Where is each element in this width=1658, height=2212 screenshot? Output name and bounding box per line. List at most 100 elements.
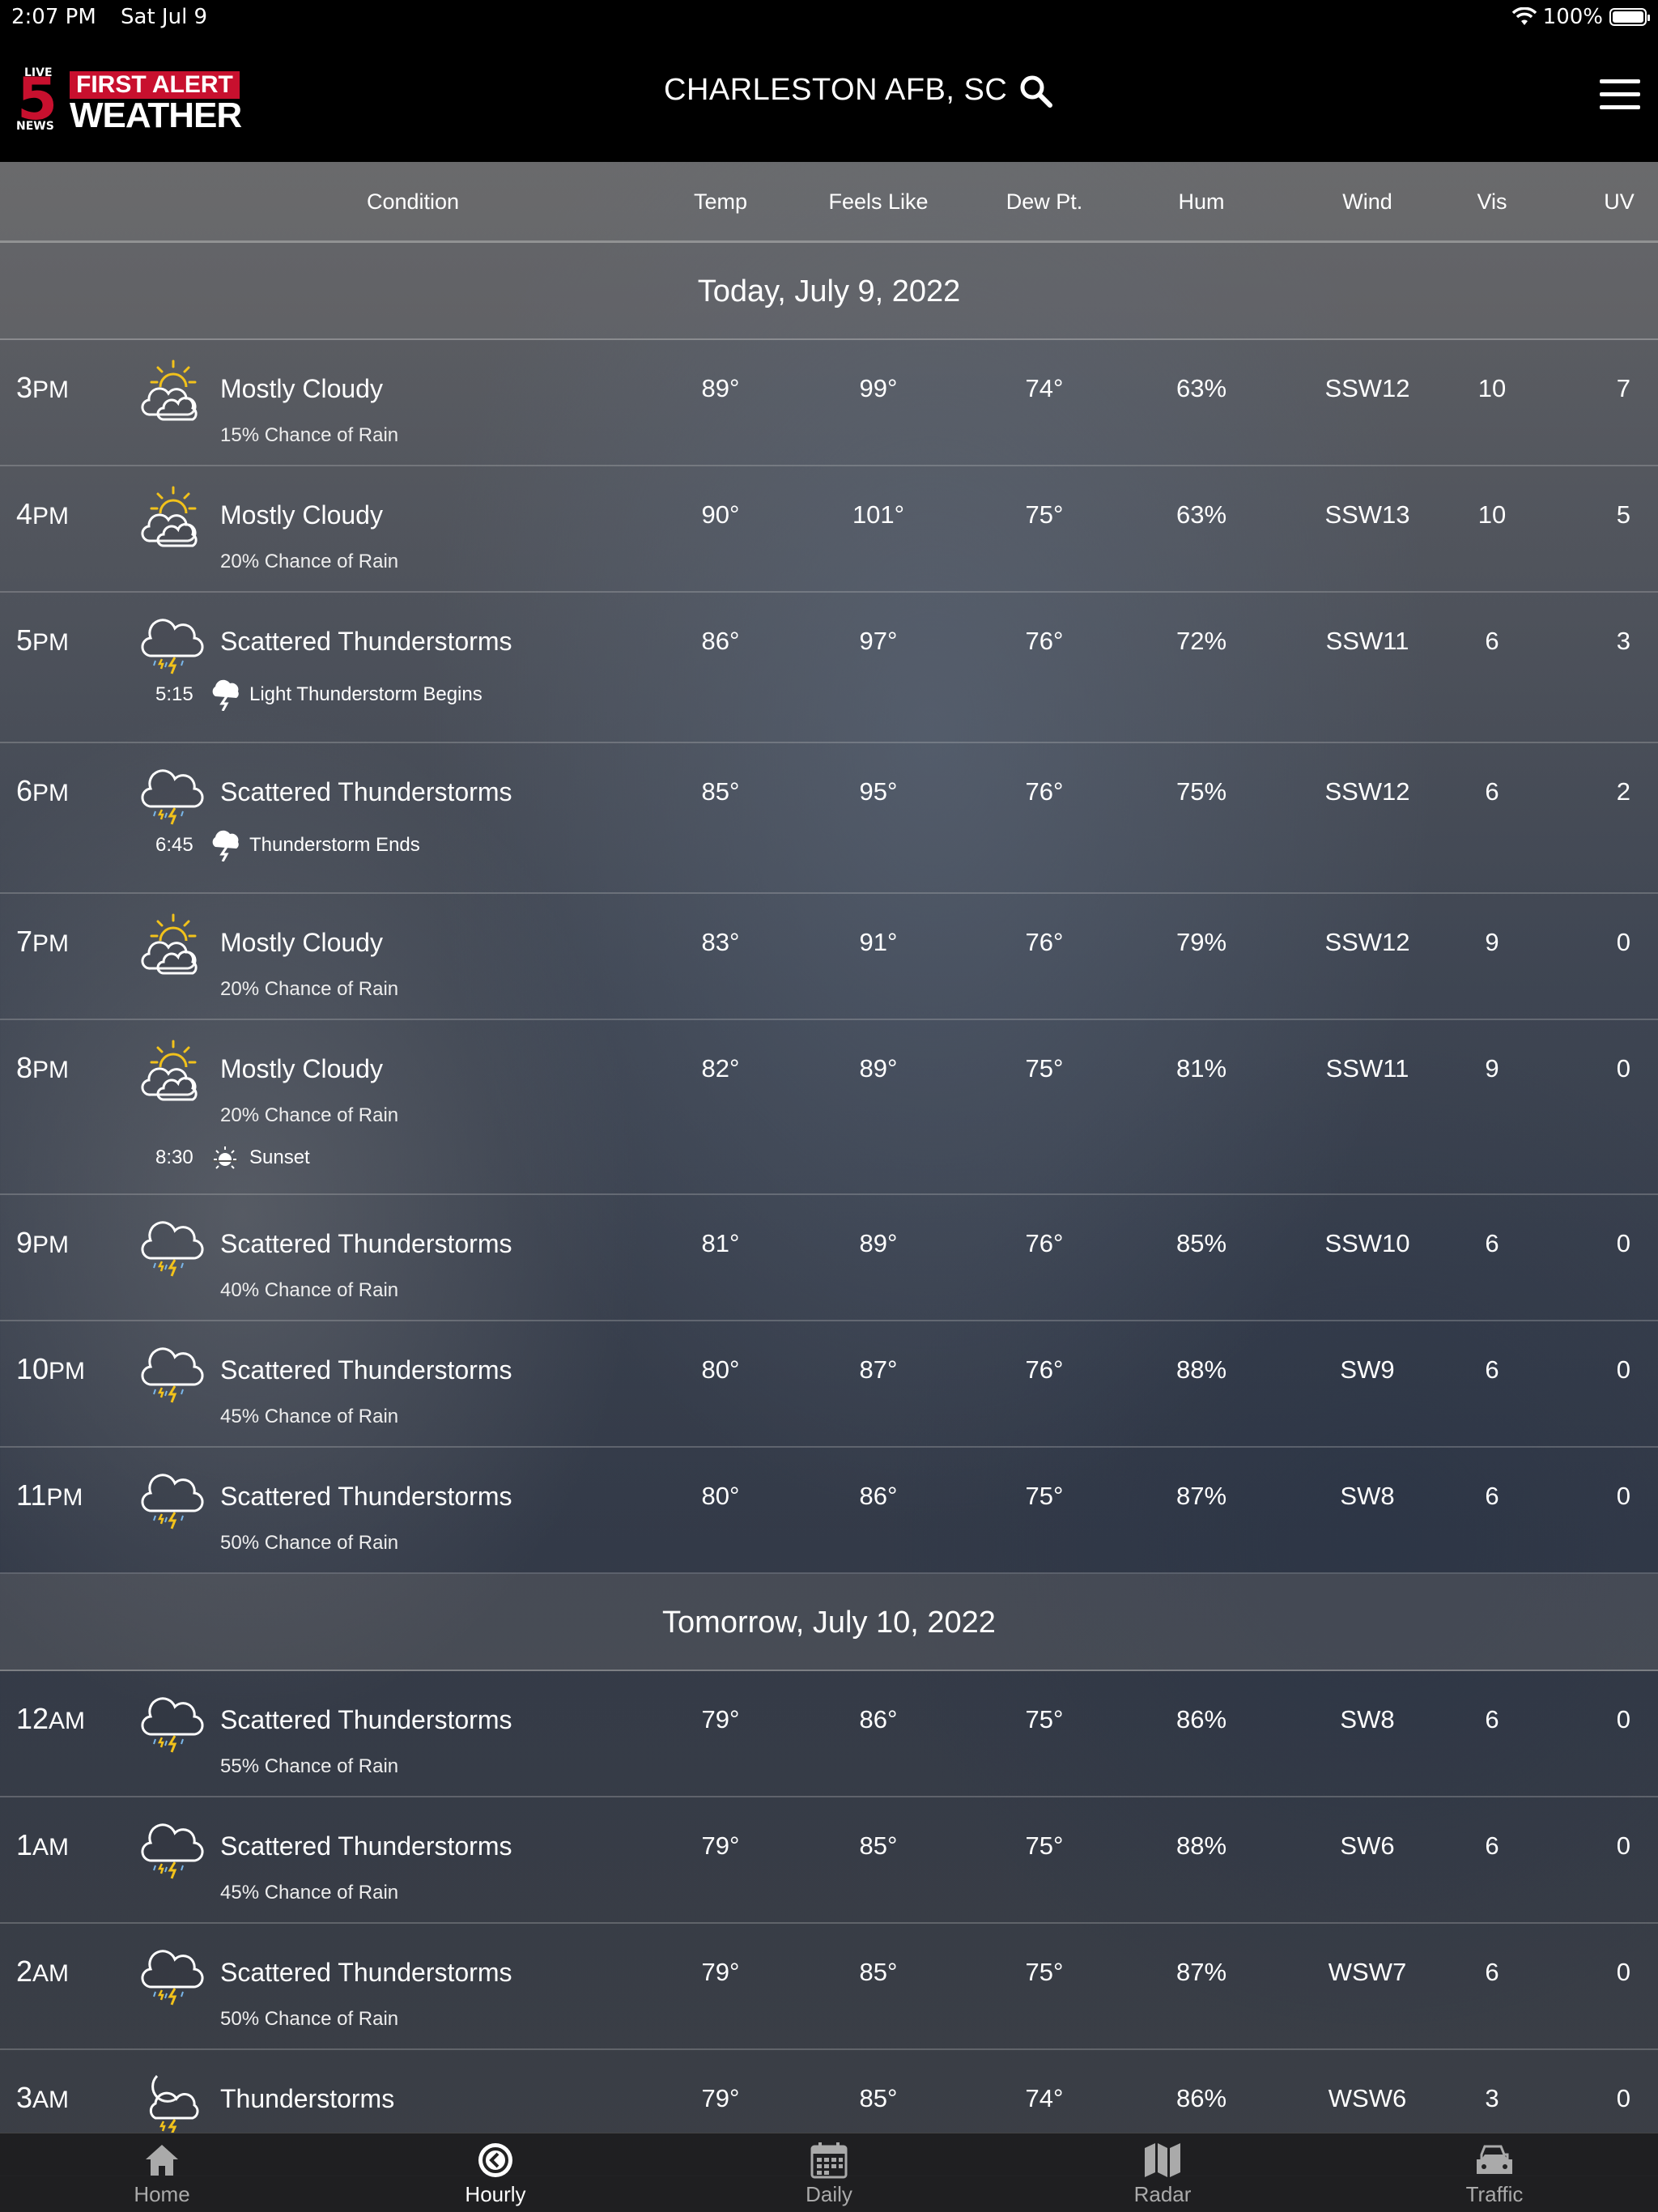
cell-dew: 76° xyxy=(1025,1355,1064,1384)
cell-wind: SSW11 xyxy=(1325,1054,1409,1083)
chance-of-rain: 45% Chance of Rain xyxy=(220,1406,399,1427)
hour-time: 12AM xyxy=(16,1702,85,1736)
thunderstorm-cloud-icon xyxy=(141,769,204,825)
car-icon xyxy=(1477,2145,1512,2174)
cell-wind: SSW12 xyxy=(1324,928,1410,956)
cell-hum: 75% xyxy=(1175,777,1227,806)
hour-time: 8PM xyxy=(16,1051,69,1085)
hour-ampm: PM xyxy=(32,503,70,530)
tab-traffic-label: Traffic xyxy=(1465,2182,1524,2206)
cell-feels: 86° xyxy=(859,1705,898,1733)
cell-hum: 85% xyxy=(1175,1229,1227,1257)
first-alert-weather-logo[interactable]: LIVE 5 NEWS FIRST ALERT WEATHER xyxy=(10,66,253,134)
condition-text: Scattered Thunderstorms xyxy=(220,777,512,806)
cell-temp: 79° xyxy=(701,1958,740,1986)
hour-row[interactable]: 2AM Scattered Thunderstorms 50% Chance of … xyxy=(0,1924,1658,2050)
cell-feels: 87° xyxy=(859,1355,898,1384)
condition-text: Scattered Thunderstorms xyxy=(220,1229,512,1258)
event-time: 8:30 xyxy=(155,1146,193,1168)
cell-feels: 85° xyxy=(859,2084,898,2112)
cell-vis: 6 xyxy=(1485,1831,1499,1860)
hour-row[interactable]: 7PM Mostly Cloudy 20% Chance of Rain 83° 91°… xyxy=(0,894,1658,1020)
condition-text: Mostly Cloudy xyxy=(220,500,383,530)
cell-uv: 0 xyxy=(1616,1958,1630,1986)
hour-number: 5 xyxy=(16,623,33,657)
moon-thunderstorm-icon xyxy=(149,2074,199,2134)
cell-uv: 0 xyxy=(1616,928,1630,956)
event-text: Thunderstorm Ends xyxy=(249,834,420,856)
cell-feels: 101° xyxy=(852,500,905,529)
hour-row[interactable]: 6PM Scattered Thunderstorms 85° 95° 76° 75% SS… xyxy=(0,743,1658,894)
cell-hum: 87% xyxy=(1175,1958,1227,1986)
hour-time: 3AM xyxy=(16,2081,69,2115)
tab-traffic[interactable]: Traffic xyxy=(1414,2133,1575,2212)
hamburger-menu-icon[interactable] xyxy=(1600,79,1640,112)
cell-hum: 88% xyxy=(1175,1831,1227,1860)
hour-number: 6 xyxy=(16,774,33,807)
column-dew-point: Dew Pt. xyxy=(1005,189,1083,214)
hour-row[interactable]: 10PM Scattered Thunderstorms 45% Chance of… xyxy=(0,1321,1658,1448)
column-header-row: Condition Temp Feels Like Dew Pt. Hum Wi… xyxy=(0,162,1658,243)
cell-hum: 87% xyxy=(1175,1482,1227,1510)
hour-time: 2AM xyxy=(16,1955,69,1989)
chance-of-rain: 40% Chance of Rain xyxy=(220,1279,399,1301)
cell-dew: 74° xyxy=(1025,374,1064,402)
cell-hum: 79% xyxy=(1175,928,1227,956)
search-icon[interactable] xyxy=(1018,74,1053,108)
cell-dew: 75° xyxy=(1025,1831,1064,1860)
hour-number: 12 xyxy=(16,1702,49,1735)
column-temp: Temp xyxy=(693,189,748,214)
cell-temp: 86° xyxy=(701,627,740,655)
hour-row[interactable]: 1AM Scattered Thunderstorms 45% Chance of … xyxy=(0,1797,1658,1924)
logo-weather: WEATHER xyxy=(70,96,242,135)
cell-wind: SW9 xyxy=(1340,1355,1395,1384)
hour-ampm: AM xyxy=(32,1834,70,1861)
hour-row[interactable]: 8PM Mostly Cloudy 20% Chance of Rain 82° 89°… xyxy=(0,1020,1658,1195)
cell-hum: 88% xyxy=(1175,1355,1227,1384)
cell-hum: 86% xyxy=(1175,2084,1227,2112)
hour-time: 6PM xyxy=(16,774,69,808)
location-selector[interactable]: CHARLESTON AFB, SC xyxy=(664,73,1053,108)
cell-dew: 75° xyxy=(1025,1054,1064,1083)
cell-uv: 0 xyxy=(1616,1831,1630,1860)
sunset-icon xyxy=(212,1146,238,1169)
thunder-cloud-icon xyxy=(212,679,239,711)
cell-wind: SSW11 xyxy=(1325,627,1409,655)
tab-home[interactable]: Home xyxy=(81,2133,243,2212)
cell-dew: 76° xyxy=(1025,627,1064,655)
thunderstorm-cloud-icon xyxy=(141,1950,204,2006)
hour-row[interactable]: 12AM Scattered Thunderstorms 55% Chance of… xyxy=(0,1671,1658,1797)
cell-temp: 80° xyxy=(701,1355,740,1384)
cell-vis: 6 xyxy=(1485,1482,1499,1510)
chance-of-rain: 50% Chance of Rain xyxy=(220,2008,399,2030)
cell-wind: WSW7 xyxy=(1328,1958,1407,1986)
hour-ampm: PM xyxy=(46,1484,83,1511)
hour-time: 5PM xyxy=(16,623,69,657)
chance-of-rain: 15% Chance of Rain xyxy=(220,424,399,446)
logo-five: 5 xyxy=(16,65,58,133)
event-time: 5:15 xyxy=(155,683,193,705)
cell-wind: SW8 xyxy=(1340,1705,1395,1733)
hour-time: 10PM xyxy=(16,1352,85,1386)
tab-radar[interactable]: Radar xyxy=(1082,2133,1244,2212)
hour-row[interactable]: 5PM Scattered Thunderstorms 86° 97° 76° 72% SS… xyxy=(0,593,1658,743)
tab-daily[interactable]: Daily xyxy=(748,2133,910,2212)
hour-row[interactable]: 3PM Mostly Cloudy 15% Chance of Rain 89° 99°… xyxy=(0,340,1658,466)
hour-row[interactable]: 11PM Scattered Thunderstorms 50% Chance of… xyxy=(0,1448,1658,1574)
home-icon xyxy=(146,2145,178,2176)
hour-ampm: PM xyxy=(32,376,70,403)
clock-icon xyxy=(478,2143,512,2177)
hour-ampm: PM xyxy=(32,930,70,957)
hour-row[interactable]: 9PM Scattered Thunderstorms 40% Chance of … xyxy=(0,1195,1658,1321)
battery-percent: 100% xyxy=(1542,5,1603,29)
cell-feels: 99° xyxy=(859,374,898,402)
partly-cloudy-sun-icon xyxy=(141,1040,198,1101)
chance-of-rain: 45% Chance of Rain xyxy=(220,1882,399,1904)
hour-row[interactable]: 4PM Mostly Cloudy 20% Chance of Rain 90° 101… xyxy=(0,466,1658,593)
cell-feels: 95° xyxy=(859,777,898,806)
wifi-icon xyxy=(1511,7,1537,25)
status-right: 100% xyxy=(1511,5,1650,29)
tab-hourly[interactable]: Hourly xyxy=(414,2133,576,2212)
partly-cloudy-sun-icon xyxy=(141,486,198,547)
calendar-icon xyxy=(810,2142,848,2179)
